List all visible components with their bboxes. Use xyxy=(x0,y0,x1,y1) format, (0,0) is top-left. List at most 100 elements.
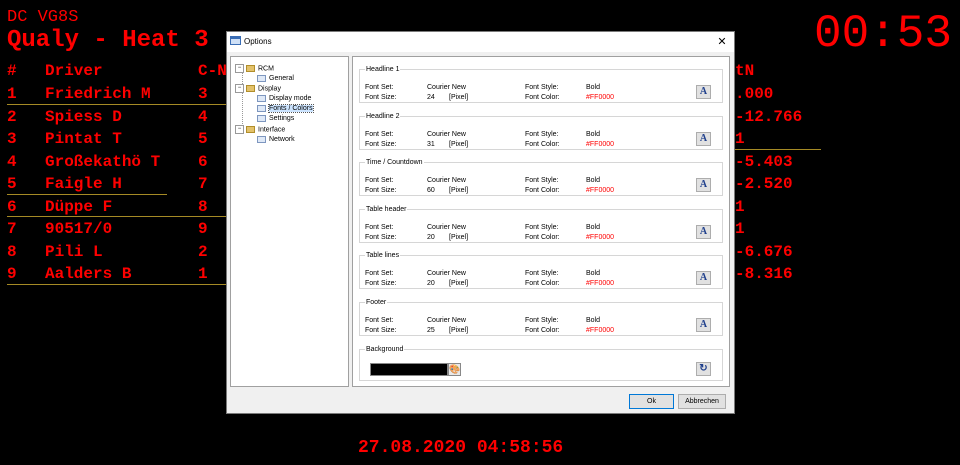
group-title: Table header xyxy=(365,204,408,214)
cell-driver: Düppe F xyxy=(45,197,113,216)
font-set-label: Font Set: xyxy=(365,223,394,231)
font-size-label: Font Size: xyxy=(365,233,397,241)
font-set-value: Courier New xyxy=(427,223,466,231)
choose-font-button[interactable]: A xyxy=(696,271,711,285)
cell-driver: Pintat T xyxy=(45,130,122,148)
group-title: Headline 2 xyxy=(365,111,401,121)
group-2: Headline 2 Font Set: Courier New Font Style… xyxy=(359,111,723,150)
cell-gap: 1 xyxy=(735,197,745,216)
cell-car: 3 xyxy=(198,85,208,103)
tree-item-settings[interactable]: Settings xyxy=(257,114,294,123)
cell-pos: 8 xyxy=(7,242,17,261)
tree-line xyxy=(242,71,243,132)
collapse-icon[interactable]: − xyxy=(235,84,244,93)
font-size-value: 31 xyxy=(427,140,435,148)
font-icon: A xyxy=(699,272,708,283)
font-size-label: Font Size: xyxy=(365,280,397,287)
cancel-button[interactable]: Abbrechen xyxy=(678,394,726,409)
font-color-value: #FF0000 xyxy=(586,326,615,334)
cell-gap: -2.520 xyxy=(735,175,793,193)
font-size-unit: [Pixel] xyxy=(449,94,469,101)
choose-font-button[interactable]: A xyxy=(696,178,711,192)
font-icon: A xyxy=(699,86,708,97)
cell-gap: -8.316 xyxy=(735,265,793,283)
choose-font-button[interactable]: A xyxy=(696,85,711,99)
cell-pos: 7 xyxy=(7,220,17,238)
row-separator xyxy=(7,216,232,217)
font-style-label: Font Style: xyxy=(525,316,559,324)
tree-item-interface[interactable]: − Interface xyxy=(235,125,285,134)
font-color-label: Font Color: xyxy=(525,280,560,287)
refresh-icon: ↻ xyxy=(699,363,708,374)
background-color-swatch[interactable] xyxy=(370,363,448,376)
cell-car: 7 xyxy=(198,175,208,193)
font-color-label: Font Color: xyxy=(525,187,560,194)
cell-driver: Pili L xyxy=(45,242,103,261)
reset-background-button[interactable]: ↻ xyxy=(696,362,711,376)
font-set-value: Courier New xyxy=(427,84,466,91)
tree-item-display[interactable]: − Display xyxy=(235,84,281,93)
cell-driver: 90517/0 xyxy=(45,220,113,238)
choose-font-button[interactable]: A xyxy=(696,317,711,332)
font-icon: A xyxy=(699,318,708,330)
countdown-clock: 00:53 xyxy=(813,8,952,60)
tree-item-rcm[interactable]: − RCM xyxy=(235,64,274,73)
group-1: Headline 1 Font Set: Courier New Font Style… xyxy=(359,65,723,103)
font-color-value: #FF0000 xyxy=(586,140,615,148)
cell-car: 5 xyxy=(198,130,208,148)
cell-gap: -5.403 xyxy=(735,152,793,171)
tree-item-display-mode[interactable]: Display mode xyxy=(257,94,311,103)
folder-icon xyxy=(246,65,255,72)
cell-car: 1 xyxy=(198,265,208,283)
font-size-unit: [Pixel] xyxy=(449,233,469,241)
close-icon[interactable]: ✕ xyxy=(714,34,730,50)
row-separator xyxy=(733,149,821,150)
font-size-unit: [Pixel] xyxy=(449,326,469,334)
column-header-pos: # xyxy=(7,62,17,80)
group-3: Time / Countdown Font Set: Courier New Font… xyxy=(359,158,723,196)
cell-gap: 1 xyxy=(735,130,745,148)
tree-item-general[interactable]: General xyxy=(257,74,294,83)
window-icon xyxy=(230,36,241,45)
page-icon xyxy=(257,114,266,122)
choose-font-button[interactable]: A xyxy=(696,224,711,239)
font-color-value: #FF0000 xyxy=(586,280,615,287)
group-title: Headline 1 xyxy=(365,65,401,74)
font-size-label: Font Size: xyxy=(365,326,397,334)
group-5: Table lines Font Set: Courier New Font Styl… xyxy=(359,251,723,289)
font-size-value: 60 xyxy=(427,187,435,194)
collapse-icon[interactable]: − xyxy=(235,64,244,73)
font-set-value: Courier New xyxy=(427,270,466,277)
tree-item-network[interactable]: Network xyxy=(257,135,295,144)
font-size-value: 24 xyxy=(427,94,435,101)
font-size-value: 20 xyxy=(427,233,435,241)
tree-item-fonts-colors[interactable]: Fonts / Colors xyxy=(257,104,314,113)
font-set-label: Font Set: xyxy=(365,316,394,324)
headline-1: DC VG8S xyxy=(7,8,79,27)
font-color-value: #FF0000 xyxy=(586,233,615,241)
font-size-value: 20 xyxy=(427,280,435,287)
font-style-label: Font Style: xyxy=(525,84,559,91)
font-style-value: Bold xyxy=(586,130,601,138)
font-size-unit: [Pixel] xyxy=(449,187,469,194)
cell-gap: -12.766 xyxy=(735,107,803,126)
cell-driver: Spiess D xyxy=(45,107,122,126)
cell-car: 8 xyxy=(198,197,208,216)
options-dialog: Options ✕ − RCM General − Display Display … xyxy=(226,31,735,414)
dialog-title: Options xyxy=(244,37,272,46)
font-style-label: Font Style: xyxy=(525,270,559,277)
dialog-titlebar[interactable]: Options ✕ xyxy=(227,32,734,52)
collapse-icon[interactable]: − xyxy=(235,125,244,134)
ok-button[interactable]: Ok xyxy=(629,394,674,409)
cell-driver: Friedrich M xyxy=(45,85,151,103)
page-icon xyxy=(257,135,266,143)
font-style-value: Bold xyxy=(586,270,601,277)
group-title: Background xyxy=(365,345,405,354)
color-picker-icon[interactable]: 🎨 xyxy=(448,363,461,376)
page-icon xyxy=(257,94,266,102)
font-color-label: Font Color: xyxy=(525,94,560,101)
row-separator xyxy=(7,284,232,285)
font-style-value: Bold xyxy=(586,84,601,91)
font-icon: A xyxy=(699,179,708,190)
choose-font-button[interactable]: A xyxy=(696,131,711,146)
